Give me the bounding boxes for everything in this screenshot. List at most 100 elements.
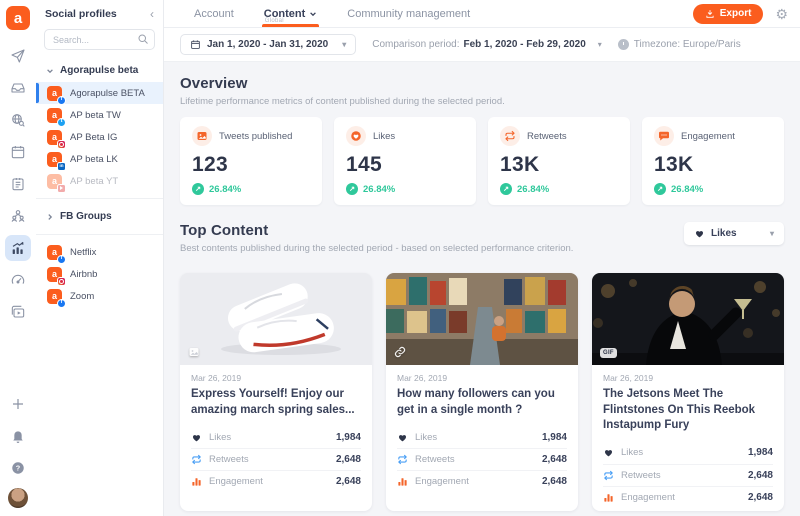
library-icon[interactable] [5, 299, 31, 325]
tab-content[interactable]: Content Global [261, 0, 320, 27]
download-icon [706, 9, 714, 18]
card-title: How many followers can you get in a sing… [397, 388, 555, 416]
sidebar-item-ap-beta-lk[interactable]: a in AP beta LK [36, 148, 163, 171]
profile-avatar: a [47, 266, 66, 286]
chevron-right-icon [46, 213, 54, 221]
app-window: a ? Social profiles ‹ Agorapulse beta af [0, 0, 800, 516]
top-content-section: Top Content Best contents published duri… [180, 222, 784, 516]
comparison-period-dropdown[interactable]: Comparison period: Feb 1, 2020 - Feb 29,… [372, 39, 602, 50]
sidebar-item-airbnb[interactable]: a Airbnb [36, 263, 163, 286]
publish-icon[interactable] [5, 43, 31, 69]
profile-label: AP beta LK [70, 153, 118, 165]
sidebar-item-netflix[interactable]: af Netflix [36, 241, 163, 264]
metric-value: 13K [654, 153, 694, 176]
card-title: The Jetsons Meet The Flintstones On This… [603, 388, 756, 432]
main-area: Account Content Global Community managem… [164, 0, 800, 516]
chat-icon [654, 126, 674, 146]
metric-label: Engagement [681, 130, 735, 142]
svg-text:?: ? [16, 464, 21, 473]
retweet-icon [500, 126, 520, 146]
sidebar-group-fb-groups[interactable]: FB Groups [36, 205, 163, 228]
metric-label: Retweets [527, 130, 567, 142]
divider [36, 198, 163, 199]
notifications-icon[interactable] [5, 423, 31, 449]
sidebar-item-ap-beta-ig[interactable]: a AP Beta IG [36, 126, 163, 149]
youtube-badge-icon [57, 183, 66, 193]
agorapulse-logo[interactable]: a [6, 6, 30, 30]
timezone-info: Timezone: Europe/Paris [617, 39, 741, 50]
profile-avatar: af [47, 288, 66, 308]
metric-change: ↗ 26.84% [500, 183, 618, 195]
card-date: Mar 26, 2019 [397, 373, 448, 383]
reports-icon[interactable] [5, 235, 31, 261]
metric-card-engagement: Engagement 13K ↗ 26.84% [642, 117, 784, 205]
card-date: Mar 26, 2019 [191, 373, 242, 383]
listening-icon[interactable] [5, 107, 31, 133]
chevron-down-icon: ▾ [769, 229, 774, 238]
export-button[interactable]: Export [692, 3, 764, 24]
trend-up-icon: ↗ [654, 183, 666, 195]
calendar-icon [191, 40, 200, 49]
sidebar-title: Social profiles [45, 8, 117, 20]
sidebar-item-zoom[interactable]: af Zoom [36, 285, 163, 308]
heart-icon [346, 126, 366, 146]
social-profiles-sidebar: Social profiles ‹ Agorapulse beta af Ago… [36, 0, 164, 516]
sort-criterion-dropdown[interactable]: Likes ▾ [684, 222, 784, 245]
trend-up-icon: ↗ [192, 183, 204, 195]
profile-avatar: a [47, 129, 66, 149]
inbox-icon[interactable] [5, 75, 31, 101]
metric-change: ↗ 26.84% [654, 183, 772, 195]
report-content: Overview Lifetime performance metrics of… [164, 62, 800, 516]
tab-account[interactable]: Account [194, 0, 234, 27]
gear-icon[interactable]: ⚙ [775, 7, 788, 21]
metric-label: Tweets published [219, 130, 293, 142]
active-tab-underline [261, 24, 320, 27]
metric-change: ↗ 26.84% [346, 183, 464, 195]
tab-community-management[interactable]: Community management [347, 0, 470, 27]
content-card-followers[interactable]: Mar 26, 2019 How many followers can you … [386, 273, 578, 511]
calendar-icon[interactable] [5, 139, 31, 165]
retweet-icon [192, 454, 201, 465]
bar-chart-icon [192, 478, 201, 486]
card-image: GIF [592, 273, 784, 365]
overview-title: Overview [180, 75, 248, 92]
chevron-down-icon [309, 10, 317, 18]
top-content-title: Top Content [180, 222, 269, 239]
stat-retweets: Retweets 2,648 [191, 448, 361, 470]
profile-avatar: a [47, 173, 66, 193]
sidebar-item-agorapulse-beta[interactable]: af Agorapulse BETA [36, 82, 163, 105]
queue-icon[interactable] [5, 171, 31, 197]
chevron-down-icon: ▾ [597, 40, 602, 49]
heart-icon [192, 434, 201, 441]
profile-label: Agorapulse BETA [70, 87, 145, 99]
help-icon[interactable]: ? [5, 455, 31, 481]
dashboard-icon[interactable] [5, 267, 31, 293]
sidebar-item-ap-beta-yt[interactable]: a AP beta YT [36, 170, 163, 193]
collapse-sidebar-icon[interactable]: ‹ [150, 8, 154, 20]
card-date: Mar 26, 2019 [603, 373, 654, 383]
left-icon-rail: a ? [0, 0, 36, 516]
metric-value: 145 [346, 153, 382, 176]
date-range-picker[interactable]: Jan 1, 2020 - Jan 31, 2020 ▾ [180, 34, 357, 55]
stat-likes: Likes 1,984 [397, 426, 567, 448]
divider [36, 234, 163, 235]
fans-icon[interactable] [5, 203, 31, 229]
group-label: FB Groups [60, 211, 112, 222]
sidebar-group-agorapulse-beta[interactable]: Agorapulse beta [36, 59, 163, 82]
user-avatar[interactable] [8, 488, 28, 508]
photo-icon [192, 126, 212, 146]
content-card-sneakers[interactable]: Mar 26, 2019 Express Yourself! Enjoy our… [180, 273, 372, 511]
heart-icon [398, 434, 407, 441]
profile-avatar: at [47, 107, 66, 127]
profile-search [44, 29, 155, 50]
bar-chart-icon [398, 478, 407, 486]
search-icon [138, 34, 148, 44]
card-image [386, 273, 578, 365]
sidebar-item-ap-beta-tw[interactable]: at AP beta TW [36, 104, 163, 127]
stat-retweets: Retweets 2,648 [397, 448, 567, 470]
stat-retweets: Retweets 2,648 [603, 463, 773, 486]
content-card-jetsons[interactable]: GIF Mar 26, 2019 The Jetsons Meet The Fl… [592, 273, 784, 511]
add-icon[interactable] [5, 391, 31, 417]
profile-label: Airbnb [70, 268, 98, 280]
chevron-down-icon [46, 67, 54, 75]
